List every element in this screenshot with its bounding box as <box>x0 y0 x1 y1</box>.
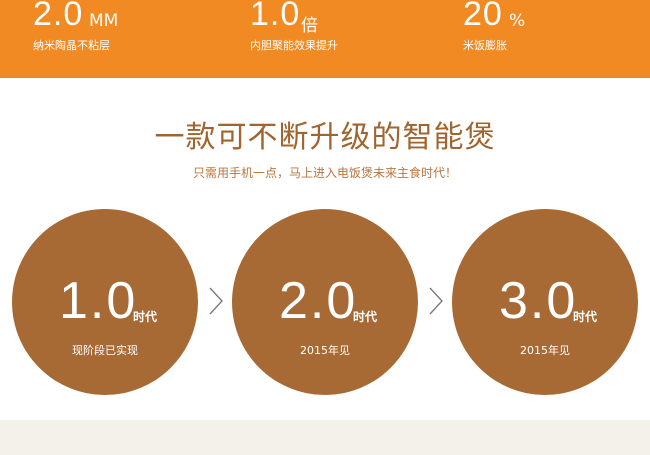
version-number: 1.0 <box>59 272 138 330</box>
chevron-right-icon <box>209 287 223 315</box>
version-circle-3: 3.0 时代 2015年见 <box>452 209 638 395</box>
stat-value: 2.0 <box>33 0 84 33</box>
stat-unit: % <box>509 11 526 31</box>
version-era: 时代 <box>573 310 598 324</box>
version-number: 2.0 <box>279 272 358 330</box>
version-note: 2015年见 <box>300 344 350 357</box>
stat-unit: 倍 <box>301 16 318 36</box>
headline-subtitle: 只需用手机一点，马上进入电饭煲未来主食时代！ <box>192 166 457 180</box>
version-note: 2015年见 <box>520 344 570 357</box>
stat-unit: MM <box>89 11 119 31</box>
version-circle-2: 2.0 时代 2015年见 <box>232 209 418 395</box>
stat-desc: 米饭膨胀 <box>463 39 507 52</box>
version-era: 时代 <box>133 310 158 324</box>
stat-desc: 纳米陶晶不粘层 <box>33 39 110 52</box>
version-number: 3.0 <box>499 272 578 330</box>
stat-value: 1.0 <box>250 0 301 33</box>
footer-band <box>0 420 650 455</box>
chevron-right-icon <box>429 287 443 315</box>
feature-banner: 2.0 MM 纳米陶晶不粘层 1.0 倍 内胆聚能效果提升 20 % 米饭膨胀 <box>0 0 650 78</box>
headline-title: 一款可不断升级的智能煲 <box>154 120 496 155</box>
stat-value: 20 <box>463 0 503 33</box>
version-circle-1: 1.0 时代 现阶段已实现 <box>12 209 198 395</box>
version-note: 现阶段已实现 <box>72 344 138 357</box>
version-era: 时代 <box>353 310 378 324</box>
stat-desc: 内胆聚能效果提升 <box>250 39 338 52</box>
